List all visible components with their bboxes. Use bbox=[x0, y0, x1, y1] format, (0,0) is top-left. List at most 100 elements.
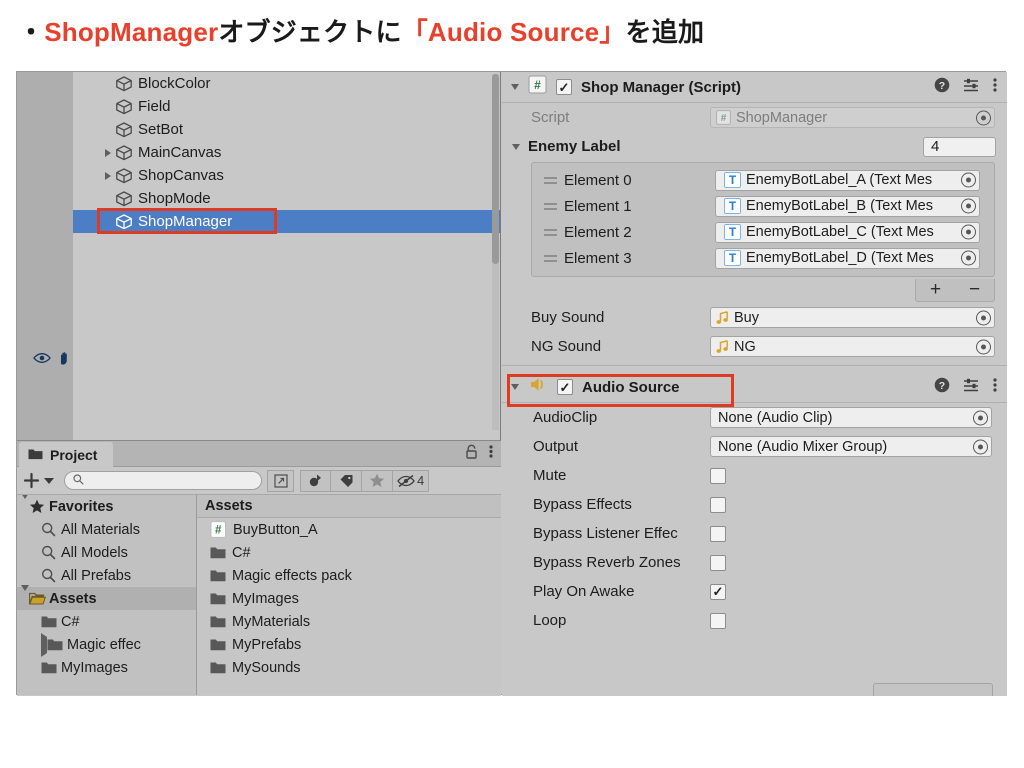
toggle-checkbox[interactable] bbox=[710, 525, 726, 542]
object-field-element[interactable]: T EnemyBotLabel_B (Text Mes bbox=[715, 195, 980, 217]
hierarchy-item-field[interactable]: Field bbox=[73, 95, 500, 118]
hierarchy-twisty[interactable] bbox=[101, 148, 115, 157]
asset-item-label: MyImages bbox=[232, 590, 299, 607]
folder-icon bbox=[210, 546, 226, 559]
object-field-element[interactable]: T EnemyBotLabel_C (Text Mes bbox=[715, 221, 980, 243]
asset-item[interactable]: C# bbox=[197, 541, 501, 564]
filter-by-type-button[interactable] bbox=[300, 469, 331, 492]
toggle-checkbox[interactable] bbox=[710, 554, 726, 571]
search-input[interactable] bbox=[88, 473, 238, 488]
component-header-audio-source[interactable]: ✓ Audio Source ? bbox=[502, 372, 1007, 403]
project-tree-item-all-models[interactable]: All Models bbox=[17, 541, 196, 564]
toggle-checkbox[interactable] bbox=[710, 612, 726, 629]
asset-item[interactable]: MyImages bbox=[197, 587, 501, 610]
search-field-wrapper[interactable] bbox=[64, 471, 262, 490]
project-tree-item-favorites[interactable]: Favorites bbox=[17, 495, 196, 518]
object-field-script[interactable]: # ShopManager bbox=[710, 107, 995, 128]
object-picker-icon[interactable] bbox=[973, 439, 988, 454]
filter-favorites-button[interactable] bbox=[362, 469, 393, 492]
project-tree-twisty[interactable] bbox=[21, 495, 29, 515]
array-size-field[interactable]: 4 bbox=[923, 136, 996, 157]
asset-item[interactable]: Magic effects pack bbox=[197, 564, 501, 587]
hand-pickability-icon[interactable] bbox=[58, 351, 73, 369]
foldout-audio-source[interactable] bbox=[502, 384, 528, 390]
hierarchy-item-shopcanvas[interactable]: ShopCanvas bbox=[73, 164, 500, 187]
component-header-shop-manager[interactable]: # ✓ Shop Manager (Script) ? bbox=[502, 72, 1007, 103]
drag-handle-icon[interactable] bbox=[538, 254, 564, 262]
array-add-button[interactable]: + bbox=[930, 279, 941, 301]
kebab-menu-icon[interactable] bbox=[489, 444, 493, 464]
object-field-element[interactable]: T EnemyBotLabel_D (Text Mes bbox=[715, 247, 980, 269]
array-element-row[interactable]: Element 2 T EnemyBotLabel_C (Text Mes bbox=[538, 219, 988, 245]
asset-item[interactable]: MyPrefabs bbox=[197, 633, 501, 656]
tab-project[interactable]: Project bbox=[19, 442, 114, 467]
unity-editor-window: BlockColor Field SetBot MainCanvas ShopCanva… bbox=[16, 71, 1007, 696]
object-field[interactable]: None (Audio Mixer Group) bbox=[710, 436, 992, 457]
hierarchy-visibility-toggles[interactable] bbox=[33, 348, 73, 371]
search-icon bbox=[41, 522, 61, 537]
toggle-checkbox[interactable]: ✓ bbox=[710, 583, 726, 600]
object-picker-icon[interactable] bbox=[961, 172, 976, 188]
array-element-row[interactable]: Element 3 T EnemyBotLabel_D (Text Mes bbox=[538, 245, 988, 271]
project-tree-twisty[interactable] bbox=[21, 584, 29, 607]
hidden-assets-button[interactable]: 4 bbox=[393, 469, 430, 492]
object-picker-icon[interactable] bbox=[976, 110, 991, 125]
foldout-shop-manager[interactable] bbox=[502, 84, 528, 90]
object-picker-icon[interactable] bbox=[961, 224, 976, 240]
help-icon[interactable]: ? bbox=[934, 377, 950, 398]
preset-settings-icon[interactable] bbox=[963, 377, 980, 398]
create-asset-button[interactable] bbox=[23, 472, 54, 490]
drag-handle-icon[interactable] bbox=[538, 202, 564, 210]
hierarchy-item-maincanvas[interactable]: MainCanvas bbox=[73, 141, 500, 164]
object-picker-icon[interactable] bbox=[961, 250, 976, 266]
hierarchy-item-shopmode[interactable]: ShopMode bbox=[73, 187, 500, 210]
asset-item[interactable]: # BuyButton_A bbox=[197, 518, 501, 541]
checkmark-icon: ✓ bbox=[712, 584, 724, 599]
object-field-element[interactable]: T EnemyBotLabel_A (Text Mes bbox=[715, 169, 980, 191]
add-component-button[interactable] bbox=[873, 683, 993, 696]
component-enabled-checkbox-shop-manager[interactable]: ✓ bbox=[556, 79, 572, 95]
drag-handle-icon[interactable] bbox=[538, 176, 564, 184]
component-actions-audio-source: ? bbox=[934, 372, 997, 403]
toggle-checkbox[interactable] bbox=[710, 467, 726, 484]
hierarchy-item-setbot[interactable]: SetBot bbox=[73, 118, 500, 141]
kebab-menu-icon[interactable] bbox=[993, 77, 997, 98]
drag-handle-icon[interactable] bbox=[538, 228, 564, 236]
hierarchy-panel: BlockColor Field SetBot MainCanvas ShopCanva… bbox=[17, 72, 501, 440]
object-picker-icon[interactable] bbox=[973, 410, 988, 425]
toggle-checkbox[interactable] bbox=[710, 496, 726, 513]
project-tree-item-myimages[interactable]: MyImages bbox=[17, 656, 196, 679]
preset-settings-icon[interactable] bbox=[963, 77, 980, 98]
array-element-row[interactable]: Element 0 T EnemyBotLabel_A (Text Mes bbox=[538, 167, 988, 193]
object-field[interactable]: None (Audio Clip) bbox=[710, 407, 992, 428]
array-element-row[interactable]: Element 1 T EnemyBotLabel_B (Text Mes bbox=[538, 193, 988, 219]
array-element-label: Element 1 bbox=[564, 197, 632, 215]
object-field-sound[interactable]: NG bbox=[710, 336, 995, 357]
hierarchy-twisty[interactable] bbox=[101, 171, 115, 180]
project-tree-item-magic-effec[interactable]: Magic effec bbox=[17, 632, 196, 657]
kebab-menu-icon[interactable] bbox=[993, 377, 997, 398]
object-field-sound[interactable]: Buy bbox=[710, 307, 995, 328]
project-tree-item-assets[interactable]: Assets bbox=[17, 584, 196, 610]
asset-item[interactable]: MySounds bbox=[197, 656, 501, 679]
sound-properties: Buy Sound Buy NG Sound NG bbox=[502, 303, 1007, 361]
hierarchy-scrollbar[interactable] bbox=[492, 74, 499, 430]
help-icon[interactable]: ? bbox=[934, 77, 950, 98]
project-tree-item-all-materials[interactable]: All Materials bbox=[17, 518, 196, 541]
svg-text:#: # bbox=[721, 113, 727, 124]
hierarchy-item-shopmanager[interactable]: ShopManager bbox=[33, 210, 500, 365]
object-picker-icon[interactable] bbox=[976, 339, 991, 354]
array-foldout-enemy-label[interactable]: Enemy Label 4 bbox=[502, 132, 1007, 161]
lock-icon[interactable] bbox=[465, 444, 478, 464]
filter-by-label-button[interactable] bbox=[331, 469, 362, 492]
search-expand-button[interactable] bbox=[267, 469, 294, 492]
array-remove-button[interactable]: − bbox=[969, 279, 980, 301]
project-tree-item-c-[interactable]: C# bbox=[17, 610, 196, 633]
asset-item[interactable]: MyMaterials bbox=[197, 610, 501, 633]
component-enabled-checkbox-audio-source[interactable]: ✓ bbox=[557, 379, 573, 395]
object-picker-icon[interactable] bbox=[961, 198, 976, 214]
eye-visibility-icon[interactable] bbox=[33, 351, 51, 368]
object-picker-icon[interactable] bbox=[976, 310, 991, 325]
hierarchy-item-blockcolor[interactable]: BlockColor bbox=[73, 72, 500, 95]
project-tree-item-all-prefabs[interactable]: All Prefabs bbox=[17, 564, 196, 587]
